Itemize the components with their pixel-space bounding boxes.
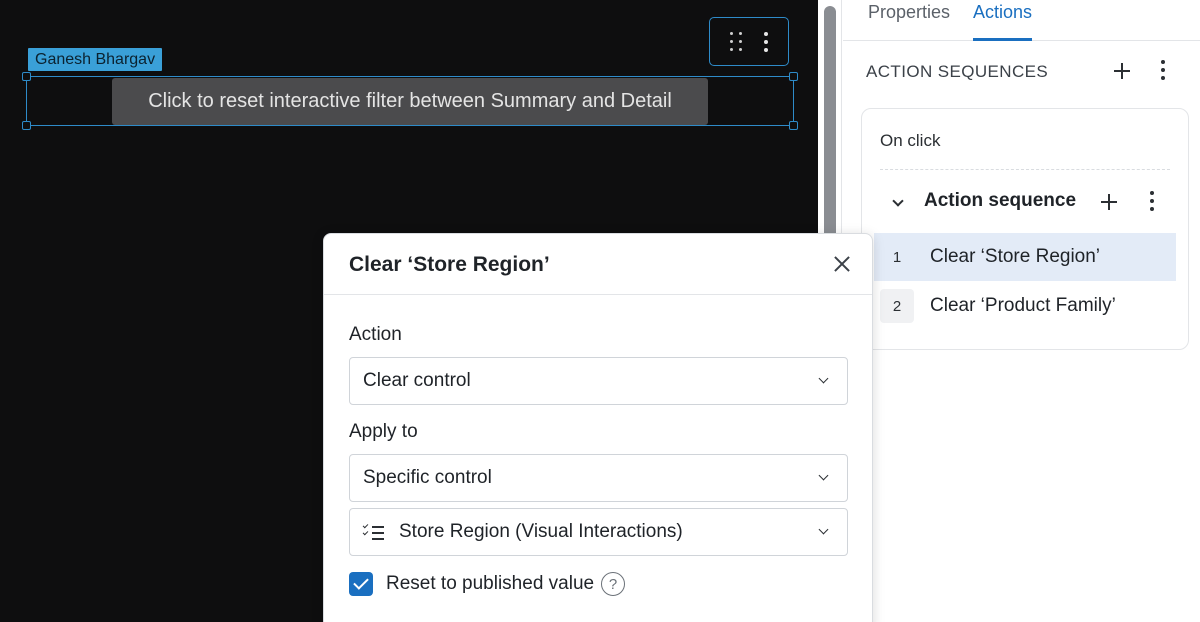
action-select-value: Clear control — [363, 370, 471, 391]
close-icon[interactable] — [834, 256, 850, 272]
panel-tabs: Properties Actions — [843, 0, 1200, 41]
editor-panel: Properties Actions ACTION SEQUENCES On c… — [843, 0, 1200, 622]
add-action-plus-icon[interactable] — [1101, 194, 1117, 210]
resize-handle-bottom-right[interactable] — [789, 121, 798, 130]
tab-actions[interactable]: Actions — [973, 0, 1033, 41]
dialog-header: Clear ‘Store Region’ — [324, 234, 872, 295]
resize-handle-bottom-left[interactable] — [22, 121, 31, 130]
section-more-icon[interactable] — [1161, 60, 1165, 80]
section-title: ACTION SEQUENCES — [866, 62, 1049, 81]
sequence-title: Action sequence — [924, 190, 1077, 211]
reset-published-row: Reset to published value ? — [349, 572, 626, 596]
action-label: Action — [349, 324, 402, 345]
tab-properties[interactable]: Properties — [868, 0, 950, 40]
action-sequence-card: On click Action sequence 1 Clear ‘Store … — [861, 108, 1189, 350]
user-presence-tag: Ganesh Bhargav — [28, 48, 163, 71]
chevron-down-icon — [818, 524, 829, 535]
trigger-label: On click — [880, 131, 941, 150]
chevron-down-icon — [818, 373, 829, 384]
chevron-down-icon — [818, 470, 829, 481]
control-select[interactable]: Store Region (Visual Interactions) — [349, 508, 848, 556]
control-select-value: Store Region (Visual Interactions) — [399, 521, 683, 542]
action-select[interactable]: Clear control — [349, 357, 848, 405]
action-dialog: Clear ‘Store Region’ Action Clear contro… — [323, 233, 873, 622]
step-number: 2 — [880, 289, 914, 323]
action-step[interactable]: 2 Clear ‘Product Family’ — [874, 282, 1176, 330]
checklist-icon — [362, 522, 385, 541]
resize-handle-top-left[interactable] — [22, 72, 31, 81]
help-icon[interactable]: ? — [601, 572, 626, 596]
step-label: Clear ‘Store Region’ — [930, 246, 1101, 267]
step-label: Clear ‘Product Family’ — [930, 295, 1116, 316]
reset-filter-button[interactable]: Click to reset interactive filter betwee… — [112, 78, 708, 125]
collapse-chevron-icon[interactable] — [892, 195, 904, 207]
apply-to-select[interactable]: Specific control — [349, 454, 848, 502]
add-sequence-plus-icon[interactable] — [1114, 63, 1130, 79]
checkbox-label: Reset to published value — [386, 573, 595, 594]
step-number: 1 — [892, 248, 902, 266]
resize-handle-top-right[interactable] — [789, 72, 798, 81]
sequence-more-icon[interactable] — [1150, 191, 1154, 211]
element-toolbar — [709, 17, 789, 66]
more-vertical-icon[interactable] — [763, 31, 768, 52]
apply-to-label: Apply to — [349, 421, 418, 442]
dialog-title: Clear ‘Store Region’ — [349, 253, 550, 276]
apply-to-value: Specific control — [363, 467, 492, 488]
action-step[interactable]: 1 Clear ‘Store Region’ — [874, 233, 1176, 281]
drag-handle-icon[interactable] — [730, 32, 743, 51]
divider — [880, 169, 1170, 170]
reset-published-checkbox[interactable] — [349, 572, 373, 596]
